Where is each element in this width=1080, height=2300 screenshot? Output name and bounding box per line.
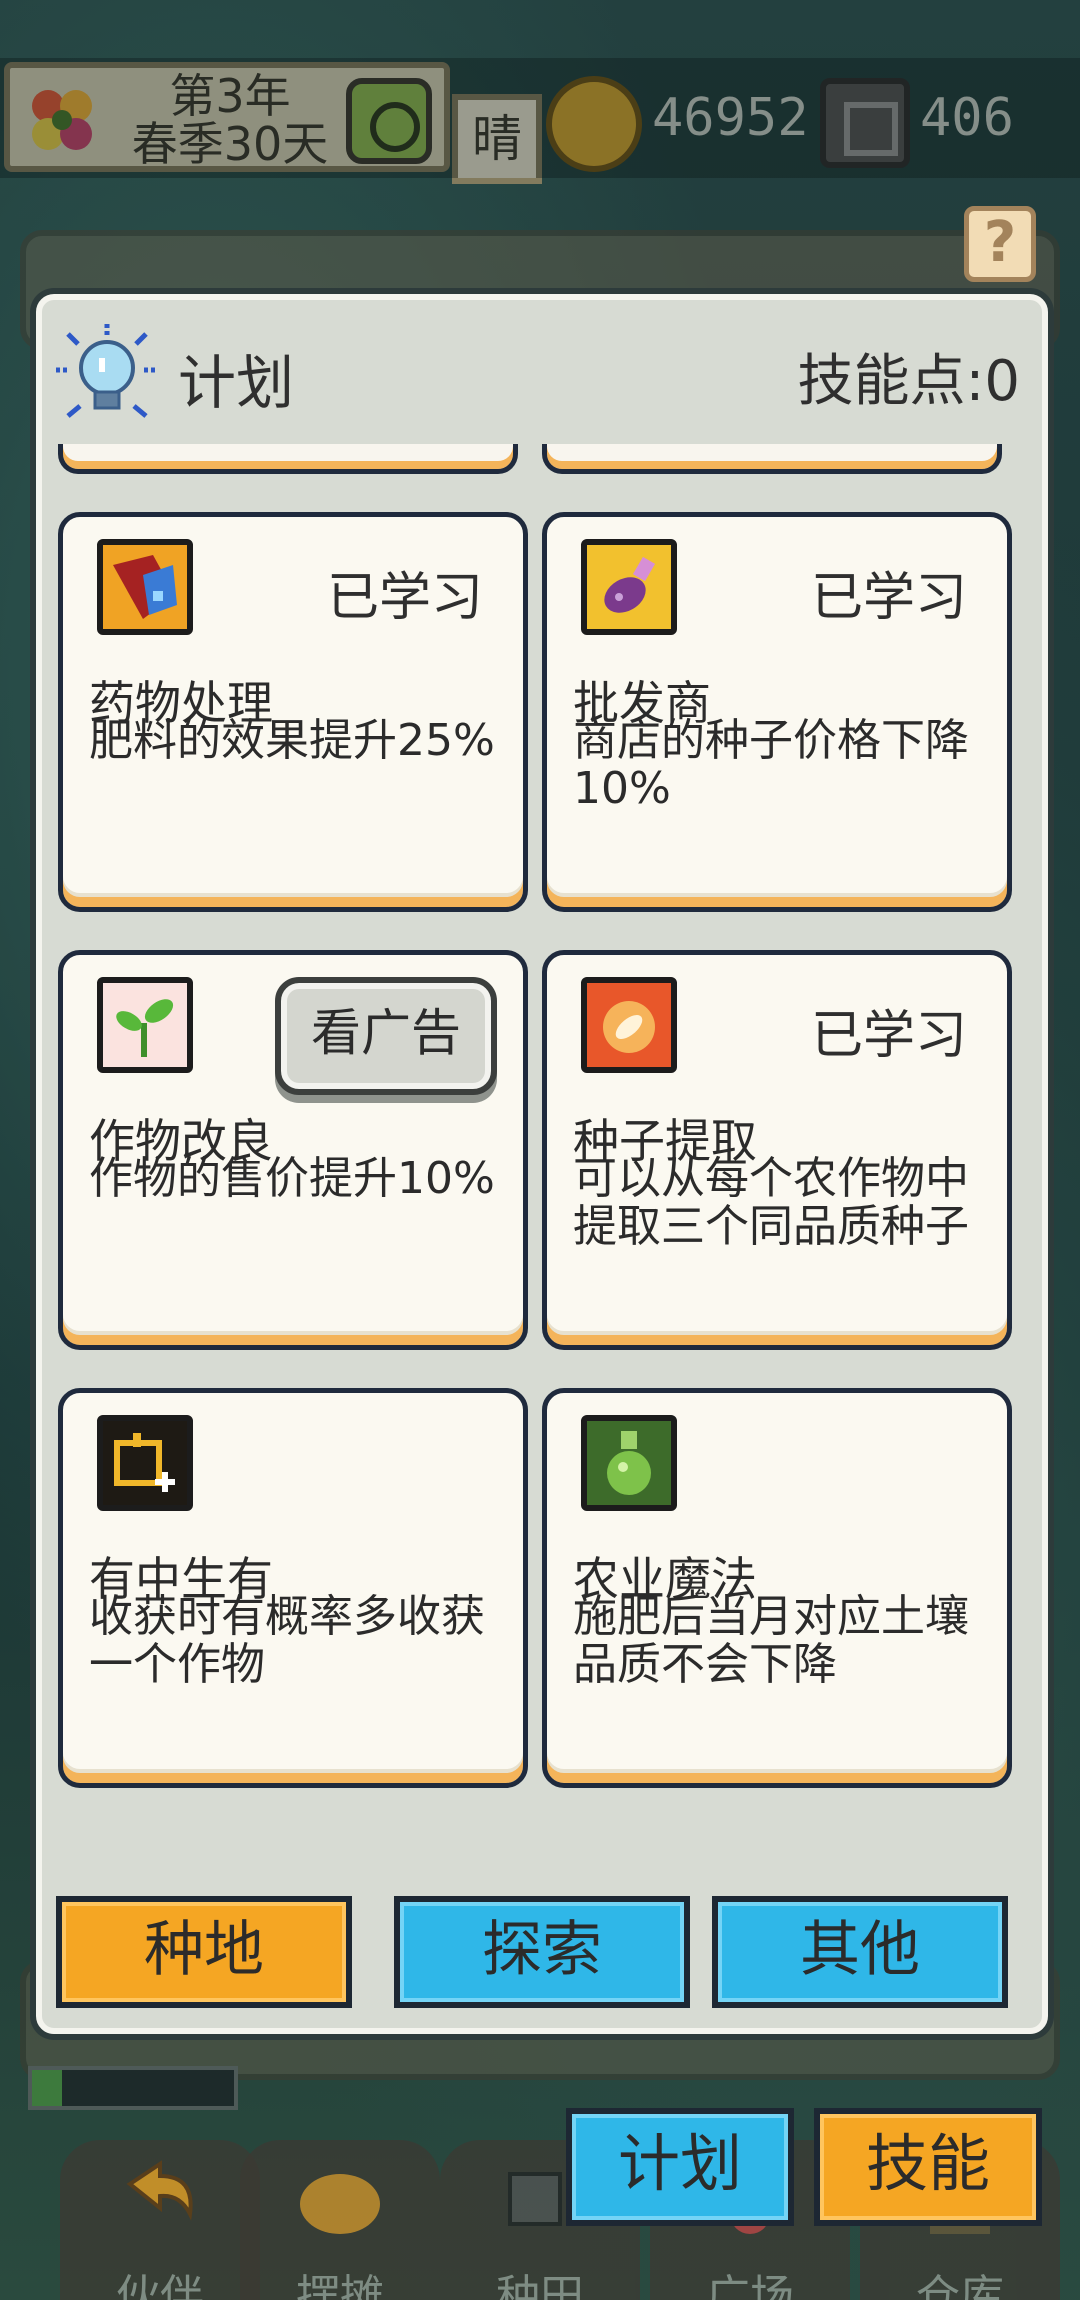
lightbulb-icon bbox=[56, 324, 158, 418]
sprout-icon bbox=[97, 977, 193, 1073]
energy-progress-bar bbox=[28, 2066, 238, 2110]
plan-panel: 计划 技能点:0 已学习 药物处理 肥料的效果提升25% 已学习 批发商 商店的… bbox=[36, 294, 1048, 2034]
tab-explore[interactable]: 探索 bbox=[394, 1896, 690, 2008]
nav-label: 仓库 bbox=[916, 2271, 1004, 2300]
skill-card-crop-improvement[interactable]: 看广告 作物改良 作物的售价提升10% bbox=[58, 950, 528, 1350]
skill-description: 作物的售价提升10% bbox=[89, 1153, 495, 1204]
tab-farming[interactable]: 种地 bbox=[56, 1896, 352, 2008]
skill-description: 收获时有概率多收获一个作物 bbox=[89, 1591, 485, 1690]
skill-description: 施肥后当月对应土壤品质不会下降 bbox=[573, 1591, 969, 1690]
skill-description: 肥料的效果提升25% bbox=[89, 715, 495, 766]
potion-flask-icon bbox=[97, 539, 193, 635]
learned-status: 已学习 bbox=[810, 1006, 967, 1066]
skill-card-farming-magic[interactable]: 农业魔法 施肥后当月对应土壤品质不会下降 bbox=[542, 1388, 1012, 1788]
sparkle-plus-icon bbox=[97, 1415, 193, 1511]
watch-ad-button[interactable]: 看广告 bbox=[275, 977, 497, 1095]
return-arrow-icon bbox=[126, 2160, 193, 2221]
card-stub bbox=[58, 444, 518, 474]
nav-item-partner[interactable]: 伙伴 bbox=[60, 2140, 260, 2300]
skill-button[interactable]: 技能 bbox=[814, 2108, 1042, 2226]
skill-description: 商店的种子价格下降10% bbox=[573, 715, 969, 814]
top-hud: 第3年 春季30天 晴 46952 406 bbox=[0, 58, 1080, 184]
panel-header: 计划 技能点:0 bbox=[42, 300, 1042, 420]
hud-dim-overlay bbox=[0, 58, 1080, 178]
skill-card-something-from-nothing[interactable]: 有中生有 收获时有概率多收获一个作物 bbox=[58, 1388, 528, 1788]
skill-card-medicine[interactable]: 已学习 药物处理 肥料的效果提升25% bbox=[58, 512, 528, 912]
nav-label: 种田 bbox=[496, 2271, 584, 2300]
stall-icon bbox=[300, 2174, 380, 2234]
card-stub bbox=[542, 444, 1002, 474]
nav-label: 摆摊 bbox=[296, 2271, 384, 2300]
skill-card-wholesaler[interactable]: 已学习 批发商 商店的种子价格下降10% bbox=[542, 512, 1012, 912]
plan-button[interactable]: 计划 bbox=[566, 2108, 794, 2226]
seed-bag-icon bbox=[581, 539, 677, 635]
tab-other[interactable]: 其他 bbox=[712, 1896, 1008, 2008]
skill-description: 可以从每个农作物中提取三个同品质种子 bbox=[573, 1153, 969, 1252]
learned-status: 已学习 bbox=[810, 568, 967, 628]
extract-icon bbox=[581, 977, 677, 1073]
panel-title: 计划 bbox=[178, 349, 295, 417]
nav-label: 伙伴 bbox=[116, 2271, 204, 2300]
nav-item-stall[interactable]: 摆摊 bbox=[240, 2140, 440, 2300]
magic-potion-icon bbox=[581, 1415, 677, 1511]
nav-label: 广场 bbox=[706, 2271, 794, 2300]
help-button[interactable]: ? bbox=[964, 206, 1036, 282]
skill-card-seed-extraction[interactable]: 已学习 种子提取 可以从每个农作物中提取三个同品质种子 bbox=[542, 950, 1012, 1350]
learned-status: 已学习 bbox=[326, 568, 483, 628]
progress-fill bbox=[32, 2070, 63, 2106]
skill-points-label: 技能点:0 bbox=[797, 349, 1021, 414]
